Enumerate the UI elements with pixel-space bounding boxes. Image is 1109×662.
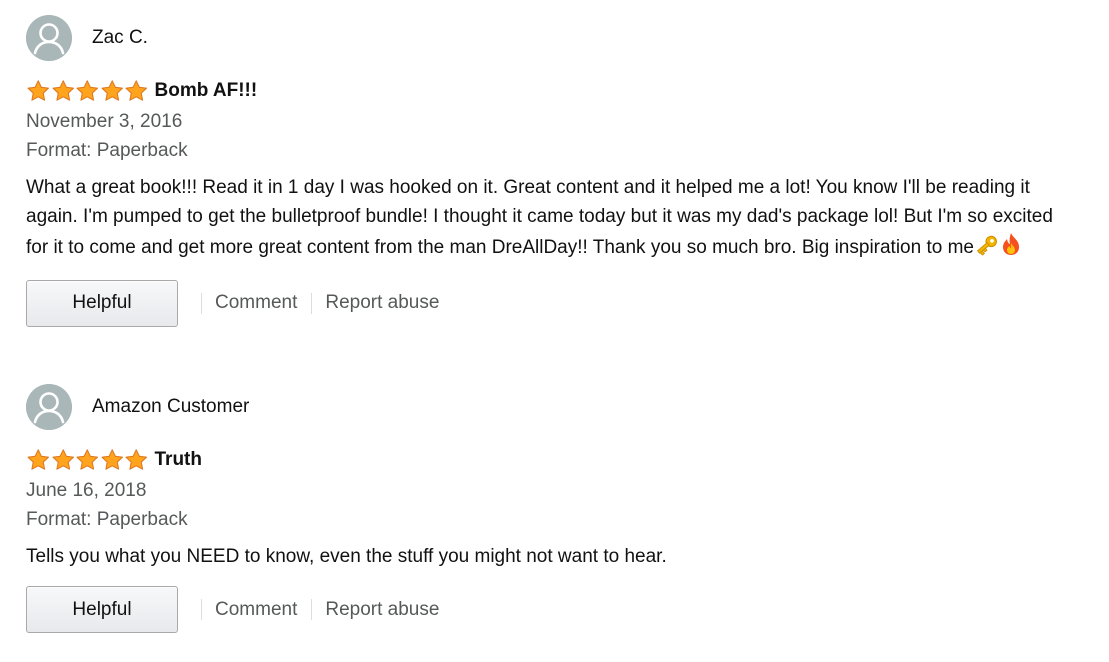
- star-icon: [27, 449, 49, 470]
- star-rating[interactable]: [26, 448, 149, 472]
- review-card: Zac C. Bomb AF!!! November 3, 2016 Forma…: [26, 15, 1086, 327]
- star-icon: [52, 449, 74, 470]
- review-profile[interactable]: Zac C.: [26, 15, 1086, 61]
- profile-name[interactable]: Zac C.: [92, 27, 148, 49]
- star-icon: [76, 449, 98, 470]
- review-card: Amazon Customer Truth June 16, 2018 Form…: [26, 384, 1086, 634]
- review-actions: Helpful Comment Report abuse: [26, 586, 1086, 634]
- divider: [311, 599, 313, 621]
- star-icon: [125, 449, 147, 470]
- star-icon: [125, 80, 147, 101]
- report-abuse-link[interactable]: Report abuse: [325, 292, 439, 314]
- review-title[interactable]: Bomb AF!!!: [155, 80, 258, 102]
- divider: [201, 599, 202, 621]
- review-title[interactable]: Truth: [155, 449, 203, 471]
- review-date: June 16, 2018: [26, 480, 147, 501]
- review-text: What a great book!!! Read it in 1 day I …: [26, 177, 1053, 258]
- comment-link[interactable]: Comment: [215, 292, 297, 314]
- person-icon: [26, 384, 72, 430]
- star-icon: [52, 80, 74, 101]
- helpful-button[interactable]: Helpful: [26, 279, 178, 327]
- divider: [201, 292, 202, 314]
- fire-emoji: [1000, 232, 1022, 265]
- helpful-button[interactable]: Helpful: [26, 586, 178, 634]
- key-emoji: [974, 234, 1000, 265]
- star-icon: [101, 80, 123, 101]
- review-text: Tells you what you NEED to know, even th…: [26, 546, 667, 567]
- person-icon: [26, 15, 72, 61]
- review-format[interactable]: Format: Paperback: [26, 505, 1086, 534]
- avatar[interactable]: [26, 15, 72, 61]
- divider: [311, 292, 313, 314]
- review-format[interactable]: Format: Paperback: [26, 136, 1086, 165]
- review-headline: Truth: [26, 447, 1086, 473]
- star-icon: [101, 449, 123, 470]
- review-headline: Bomb AF!!!: [26, 78, 1086, 104]
- star-icon: [27, 80, 49, 101]
- report-abuse-link[interactable]: Report abuse: [325, 599, 439, 621]
- profile-name[interactable]: Amazon Customer: [92, 396, 249, 418]
- review-date: November 3, 2016: [26, 111, 183, 132]
- review-body: Tells you what you NEED to know, even th…: [26, 542, 1076, 571]
- star-rating[interactable]: [26, 79, 149, 103]
- review-actions: Helpful Comment Report abuse: [26, 279, 1086, 327]
- comment-link[interactable]: Comment: [215, 599, 297, 621]
- star-icon: [76, 80, 98, 101]
- review-body: What a great book!!! Read it in 1 day I …: [26, 173, 1076, 265]
- avatar[interactable]: [26, 384, 72, 430]
- review-profile[interactable]: Amazon Customer: [26, 384, 1086, 430]
